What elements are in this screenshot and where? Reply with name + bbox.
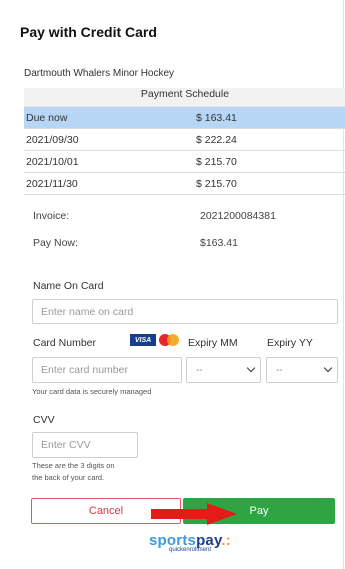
schedule-amount: $ 222.24 bbox=[196, 133, 237, 146]
payment-schedule-table: Payment Schedule Due now $ 163.41 2021/0… bbox=[24, 88, 345, 195]
visa-logo-icon: VISA bbox=[130, 334, 156, 346]
expiry-yy-select[interactable]: -- bbox=[266, 357, 338, 383]
mastercard-logo-icon bbox=[157, 334, 181, 346]
name-on-card-input[interactable] bbox=[32, 299, 338, 324]
payment-panel: Pay with Credit Card Dartmouth Whalers M… bbox=[0, 0, 345, 569]
schedule-amount: $ 215.70 bbox=[196, 177, 237, 190]
expiry-mm-value: -- bbox=[196, 364, 203, 376]
cvv-label: CVV bbox=[33, 414, 55, 426]
pay-now-label: Pay Now: bbox=[33, 237, 78, 249]
pay-now-amount: $163.41 bbox=[200, 237, 238, 249]
schedule-date: 2021/10/01 bbox=[26, 155, 79, 168]
arrow-pointer-icon bbox=[151, 503, 237, 525]
name-on-card-label: Name On Card bbox=[33, 280, 104, 292]
chevron-down-icon bbox=[246, 363, 256, 373]
chevron-down-icon bbox=[323, 363, 333, 373]
card-number-label: Card Number bbox=[33, 337, 97, 349]
schedule-row[interactable]: Due now $ 163.41 bbox=[24, 107, 345, 129]
card-number-input[interactable] bbox=[32, 357, 182, 383]
page-title: Pay with Credit Card bbox=[20, 24, 157, 40]
schedule-header: Payment Schedule bbox=[24, 88, 345, 107]
schedule-date: 2021/09/30 bbox=[26, 133, 79, 146]
schedule-row[interactable]: 2021/10/01 $ 215.70 bbox=[24, 151, 345, 173]
logo-dot-icon: .: bbox=[221, 532, 231, 549]
card-security-note: Your card data is securely managed bbox=[32, 387, 152, 396]
schedule-amount: $ 215.70 bbox=[196, 155, 237, 168]
schedule-row[interactable]: 2021/11/30 $ 215.70 bbox=[24, 173, 345, 195]
schedule-date: Due now bbox=[26, 111, 68, 124]
cvv-input[interactable] bbox=[32, 432, 138, 458]
organization-name: Dartmouth Whalers Minor Hockey bbox=[24, 68, 175, 79]
invoice-number: 2021200084381 bbox=[200, 210, 276, 222]
schedule-row[interactable]: 2021/09/30 $ 222.24 bbox=[24, 129, 345, 151]
expiry-yy-label: Expiry YY bbox=[267, 337, 313, 349]
sportspay-logo: sportspay.: quickenrollment bbox=[145, 532, 235, 562]
schedule-date: 2021/11/30 bbox=[26, 177, 78, 190]
cvv-note-line-1: These are the 3 digits on bbox=[32, 461, 115, 470]
card-brand-logos: VISA bbox=[130, 334, 181, 346]
invoice-label: Invoice: bbox=[33, 210, 70, 222]
expiry-mm-select[interactable]: -- bbox=[186, 357, 261, 383]
expiry-yy-value: -- bbox=[276, 364, 283, 376]
cvv-note-line-2: the back of your card. bbox=[32, 473, 105, 482]
expiry-mm-label: Expiry MM bbox=[188, 337, 238, 349]
schedule-amount: $ 163.41 bbox=[196, 111, 237, 124]
